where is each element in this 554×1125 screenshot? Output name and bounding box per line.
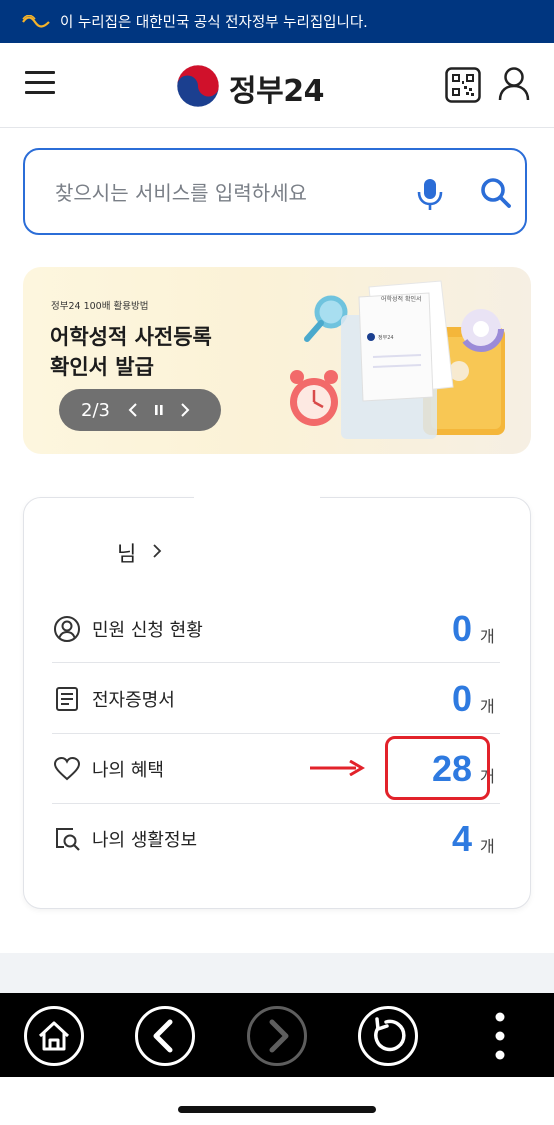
person-circle-icon <box>52 614 82 644</box>
page-footer-strip <box>0 953 554 993</box>
my-summary-card: 님 민원 신청 현황 0 개 전자증명서 0 개 나의 혜택 28 개 나의 생… <box>23 495 531 909</box>
microphone-icon[interactable] <box>415 177 445 211</box>
promo-kicker: 정부24 100배 활용방법 <box>51 301 149 312</box>
row-label: 전자증명서 <box>92 690 175 711</box>
home-icon[interactable] <box>23 1005 85 1067</box>
gov-banner-text: 이 누리집은 대한민국 공식 전자정부 누리집입니다. <box>60 15 368 31</box>
taegeuk-logo-icon <box>176 64 220 112</box>
certificate-illustration: 어학성적 확인서 정부24 <box>281 267 531 454</box>
benefits-highlight-box <box>385 736 490 800</box>
refresh-icon[interactable] <box>357 1005 419 1067</box>
doc-title: 어학성적 확인서 <box>381 295 422 303</box>
document-icon <box>52 684 82 714</box>
forward-icon[interactable] <box>246 1005 308 1067</box>
banner-pager: 2/3 <box>59 389 221 431</box>
prev-slide-icon[interactable] <box>120 389 146 431</box>
user-icon <box>498 67 530 101</box>
qr-code-icon <box>445 67 481 103</box>
gov-official-banner: 이 누리집은 대한민국 공식 전자정부 누리집입니다. <box>0 0 554 43</box>
heart-icon <box>52 754 82 784</box>
app-header: 정부24 <box>0 43 554 128</box>
search-icon[interactable] <box>480 177 512 209</box>
row-label: 나의 혜택 <box>92 760 164 781</box>
row-count: 4 <box>451 818 472 859</box>
menu-button[interactable] <box>25 69 55 95</box>
doc-logo: 정부24 <box>378 334 394 341</box>
chevron-right-icon <box>152 543 162 563</box>
home-indicator <box>178 1106 376 1113</box>
search-box <box>23 148 527 235</box>
promo-title: 어학성적 사전등록 확인서 발급 <box>50 325 212 379</box>
row-life-info[interactable]: 나의 생활정보 4 개 <box>52 804 500 874</box>
search-input[interactable] <box>53 175 397 211</box>
row-e-certificate[interactable]: 전자증명서 0 개 <box>52 664 500 734</box>
more-icon[interactable] <box>480 1005 520 1067</box>
user-account-button[interactable] <box>497 66 531 102</box>
row-count: 0 <box>451 678 472 719</box>
browser-bottom-bar <box>0 993 554 1077</box>
row-unit: 개 <box>480 837 495 856</box>
back-icon[interactable] <box>134 1005 196 1067</box>
row-unit: 개 <box>480 697 495 716</box>
row-label: 민원 신청 현황 <box>92 620 203 641</box>
red-arrow-annotation-icon <box>310 759 366 777</box>
pager-count: 2/3 <box>81 399 110 421</box>
promo-banner[interactable]: 정부24 100배 활용방법 어학성적 사전등록 확인서 발급 2/3 어학성적… <box>23 267 531 454</box>
pause-icon[interactable] <box>146 389 172 431</box>
taegeuk-flag-icon <box>22 14 50 29</box>
search-document-icon <box>52 824 82 854</box>
user-greeting-link[interactable]: 님 <box>117 538 162 568</box>
gov24-logo[interactable]: 정부24 <box>176 64 324 112</box>
row-label: 나의 생활정보 <box>92 830 198 851</box>
next-slide-icon[interactable] <box>172 389 198 431</box>
divider <box>52 662 500 663</box>
greeting-text: 님 <box>117 542 137 566</box>
qr-code-button[interactable] <box>445 67 481 103</box>
logo-text: 정부24 <box>229 74 324 109</box>
row-count: 0 <box>451 608 472 649</box>
row-unit: 개 <box>480 627 495 646</box>
row-application-status[interactable]: 민원 신청 현황 0 개 <box>52 594 500 664</box>
